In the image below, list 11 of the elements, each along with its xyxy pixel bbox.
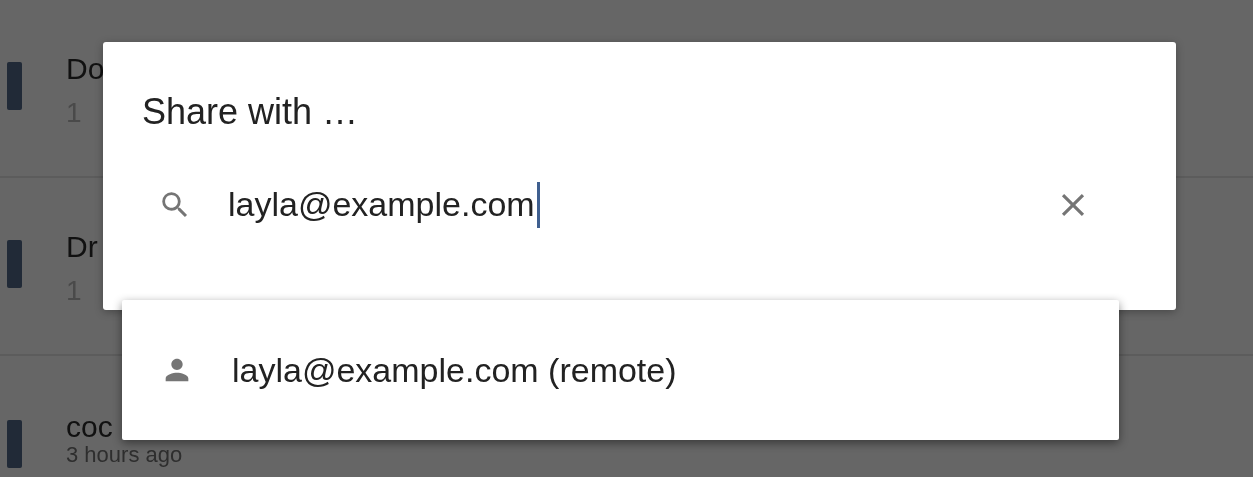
item-title: Do (66, 52, 105, 85)
thumbnail-icon (7, 420, 22, 468)
dialog-title: Share with … (141, 90, 360, 134)
thumbnail-icon (7, 240, 22, 288)
text-cursor (537, 181, 540, 228)
thumbnail-icon (7, 62, 22, 110)
suggestion-item[interactable]: layla@example.com (remote) (122, 300, 1119, 440)
item-title: coc (66, 410, 114, 443)
item-title: Dr (66, 230, 98, 263)
search-field[interactable]: layla@example.com (228, 179, 537, 231)
item-subtitle: 3 hours ago (66, 443, 183, 468)
